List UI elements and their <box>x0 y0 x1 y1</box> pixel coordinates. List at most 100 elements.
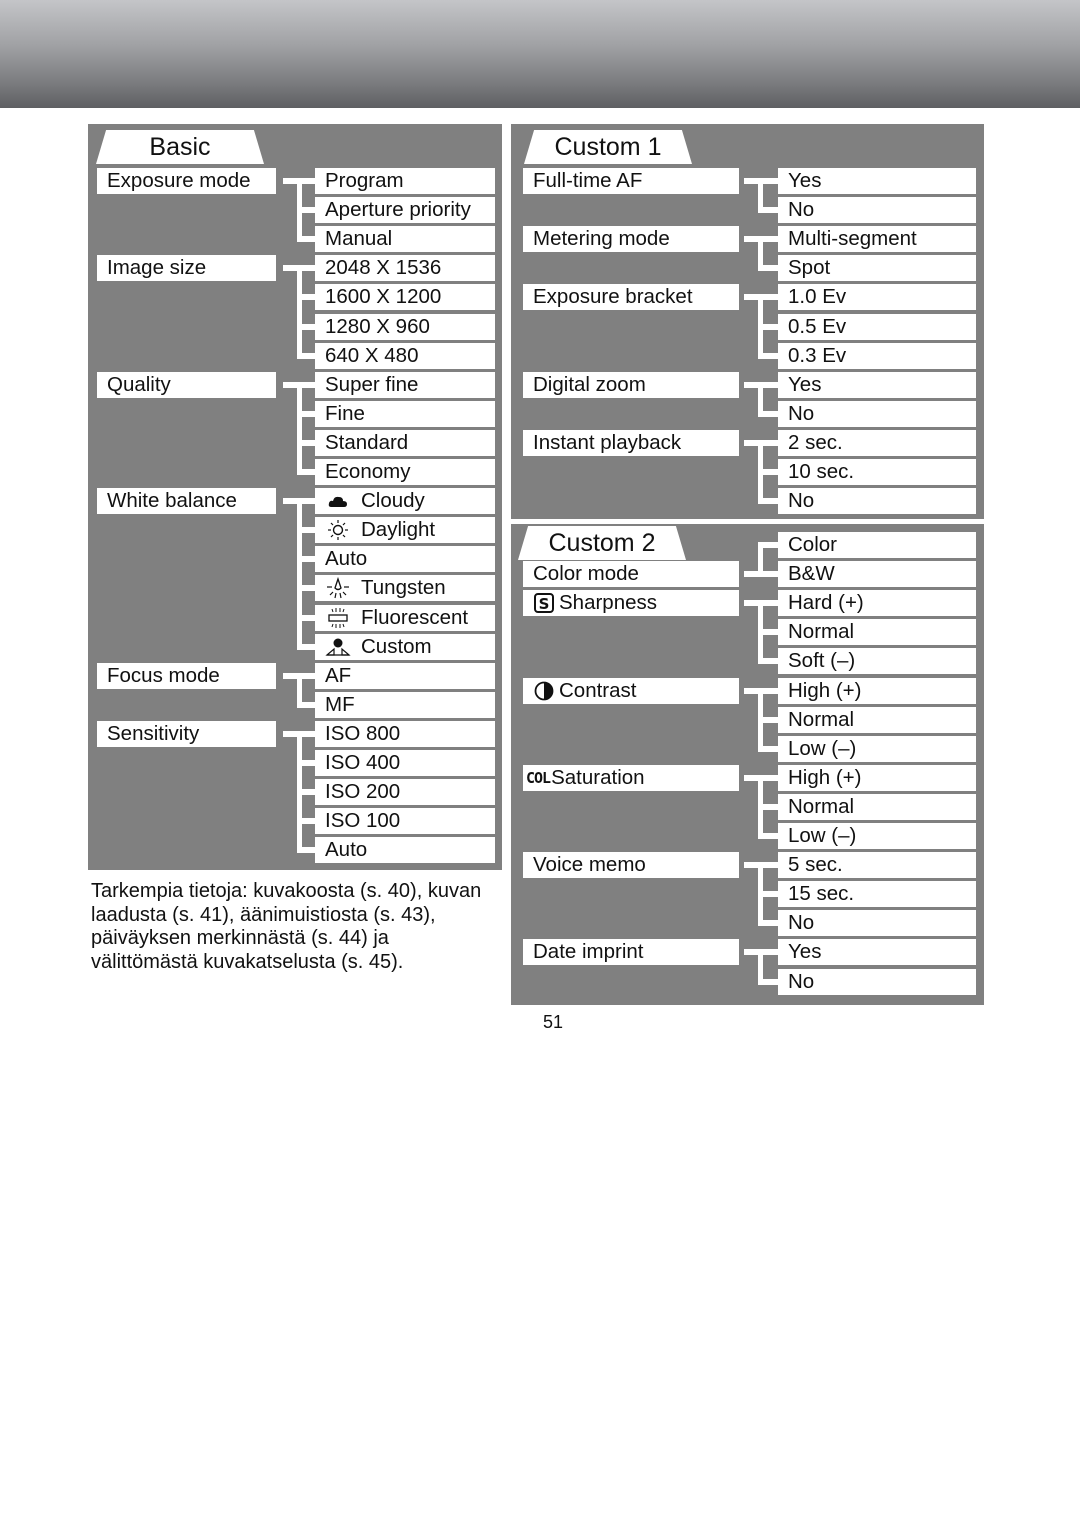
option-text: No <box>788 969 815 993</box>
option-item[interactable]: Soft (–) <box>778 648 976 675</box>
option-text: High (+) <box>788 678 862 702</box>
option-item[interactable]: Yes <box>778 168 976 194</box>
setting-label-text: Instant playback <box>533 430 682 454</box>
setting-label-text: Date imprint <box>533 940 644 964</box>
option-item[interactable]: 640 X 480 <box>315 342 495 369</box>
option-item[interactable]: Normal <box>778 619 976 646</box>
option-item[interactable]: Low (–) <box>778 735 976 762</box>
option-text: No <box>788 401 815 425</box>
option-text: 10 sec. <box>788 460 855 483</box>
option-item[interactable]: Standard <box>315 429 495 456</box>
setting-label-text: Full-time AF <box>533 169 643 192</box>
option-item[interactable]: ISO 800 <box>315 720 495 747</box>
setting-label-text: Exposure bracket <box>533 285 693 309</box>
sharpness-icon: S <box>533 593 555 614</box>
option-item[interactable]: Auto <box>315 546 495 573</box>
option-item[interactable]: No <box>778 197 976 224</box>
option-item[interactable]: Hard (+) <box>778 590 976 617</box>
option-text: B&W <box>788 562 835 586</box>
option-item[interactable]: ISO 400 <box>315 750 495 776</box>
option-item[interactable]: No <box>778 488 976 515</box>
option-item[interactable]: 1600 X 1200 <box>315 284 495 311</box>
option-text: Multi-segment <box>788 227 917 251</box>
option-item[interactable]: Multi-segment <box>778 226 976 253</box>
option-item[interactable]: 0.3 Ev <box>778 342 976 369</box>
option-text: ISO 800 <box>325 721 401 745</box>
option-text: 640 X 480 <box>325 343 419 367</box>
setting-label-exposure-bracket: Exposure bracket <box>523 284 739 311</box>
setting-label-color-mode: Color mode <box>523 561 739 588</box>
daylight-icon <box>325 520 351 541</box>
option-item[interactable]: Program <box>315 168 495 194</box>
option-item[interactable]: High (+) <box>778 677 976 704</box>
setting-label-focus-mode: Focus mode <box>97 662 276 689</box>
setting-label-text: Color mode <box>533 562 639 586</box>
option-item[interactable]: No <box>778 400 976 427</box>
cloudy-icon <box>325 491 351 511</box>
option-item[interactable]: 15 sec. <box>778 881 976 908</box>
option-item[interactable]: 2048 X 1536 <box>315 255 495 282</box>
option-item[interactable]: No <box>778 910 976 937</box>
option-item[interactable]: 10 sec. <box>778 459 976 485</box>
option-text: Manual <box>325 227 393 251</box>
setting-label-saturation: COL Saturation <box>523 764 739 791</box>
option-item[interactable]: Aperture priority <box>315 197 495 224</box>
option-item[interactable]: Spot <box>778 255 976 282</box>
option-item[interactable]: MF <box>315 691 495 718</box>
setting-label-sensitivity: Sensitivity <box>97 720 276 747</box>
setting-label-text: Voice memo <box>533 853 646 877</box>
option-item[interactable]: Custom <box>315 633 495 660</box>
option-text: 5 sec. <box>788 853 843 877</box>
option-text: 1280 X 960 <box>325 314 430 338</box>
option-item[interactable]: 1280 X 960 <box>315 313 495 340</box>
option-text: Daylight <box>361 518 436 542</box>
setting-label-text: Image size <box>107 256 207 280</box>
option-item[interactable]: Fluorescent <box>315 604 495 631</box>
option-item[interactable]: Super fine <box>315 371 495 398</box>
setting-label-text: Quality <box>107 372 171 396</box>
option-text: Fluorescent <box>361 605 469 629</box>
option-item[interactable]: Yes <box>778 939 976 966</box>
option-item[interactable]: AF <box>315 662 495 689</box>
custom2-menu-panel: Custom 2 Color mode Color B&W S Sharpness Har… <box>511 524 984 1005</box>
option-text: ISO 400 <box>325 751 401 774</box>
option-item[interactable]: Daylight <box>315 517 495 544</box>
option-text: Auto <box>325 838 368 862</box>
option-item[interactable]: Low (–) <box>778 823 976 849</box>
option-text: Hard (+) <box>788 591 864 615</box>
option-item[interactable]: Tungsten <box>315 575 495 602</box>
option-item[interactable]: 0.5 Ev <box>778 313 976 340</box>
option-item[interactable]: Cloudy <box>315 488 495 515</box>
option-item[interactable]: ISO 100 <box>315 808 495 835</box>
option-item[interactable]: B&W <box>778 561 976 588</box>
option-text: High (+) <box>788 765 862 789</box>
setting-label-white-balance: White balance <box>97 488 276 515</box>
option-item[interactable]: Normal <box>778 706 976 733</box>
option-item[interactable]: Yes <box>778 371 976 398</box>
option-item[interactable]: Economy <box>315 459 495 485</box>
option-item[interactable]: Color <box>778 532 976 558</box>
option-text: Standard <box>325 430 409 454</box>
option-text: 2048 X 1536 <box>325 256 442 280</box>
option-item[interactable]: 2 sec. <box>778 429 976 456</box>
option-item[interactable]: Manual <box>315 226 495 253</box>
basic-tab-title: Basic <box>96 130 264 164</box>
fluorescent-icon <box>325 607 351 628</box>
option-text: Yes <box>788 169 822 192</box>
option-text: Normal <box>788 794 855 818</box>
option-item[interactable]: 1.0 Ev <box>778 284 976 311</box>
option-item[interactable]: ISO 200 <box>315 779 495 806</box>
option-text: ISO 100 <box>325 809 401 833</box>
option-text: Color <box>788 533 837 556</box>
option-item[interactable]: No <box>778 968 976 995</box>
setting-label-contrast: Contrast <box>523 677 739 704</box>
option-text: Normal <box>788 620 855 644</box>
option-text: Program <box>325 169 404 192</box>
option-text: 0.5 Ev <box>788 314 847 338</box>
option-item[interactable]: High (+) <box>778 764 976 791</box>
option-item[interactable]: Fine <box>315 400 495 427</box>
option-item[interactable]: Normal <box>778 793 976 820</box>
option-item[interactable]: 5 sec. <box>778 852 976 879</box>
setting-label-text: Metering mode <box>533 227 670 251</box>
option-item[interactable]: Auto <box>315 837 495 864</box>
